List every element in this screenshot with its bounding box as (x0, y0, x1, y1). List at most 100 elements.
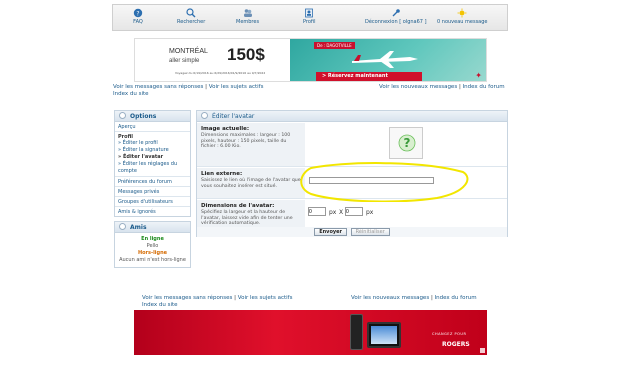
panel-dot-icon (119, 112, 126, 119)
current-image-label: Image actuelle: Dimensions maximales : l… (197, 123, 305, 166)
sidebar-item-edit-account[interactable]: » Éditer les réglages du compte (118, 161, 187, 175)
sidebar-item-edit-profile[interactable]: » Éditer le profil (118, 140, 187, 147)
nav-search-label: Rechercher (177, 19, 206, 25)
link-active-topics-bottom[interactable]: Voir les sujets actifs (238, 295, 293, 301)
avatar-dimensions-row: Dimensions de l'avatar: Spécifiez la lar… (197, 200, 507, 227)
banner-city: MONTRÉAL (169, 48, 208, 55)
maple-leaf-icon: ✦ (475, 71, 482, 80)
avatar-dimensions-title: Dimensions de l'avatar: (201, 203, 275, 209)
top-links-right: Voir les nouveaux messages | Index du fo… (379, 84, 505, 91)
friends-list: En ligne Pello Hors-ligne Aucun ami n'es… (115, 233, 190, 267)
edit-avatar-header: Éditer l'avatar (197, 111, 507, 122)
bottom-links-right: Voir les nouveaux messages | Index du fo… (351, 295, 477, 302)
nav-logout-label: Déconnexion [ olgna67 ] (365, 19, 427, 25)
current-image-desc: Dimensions maximales : largeur : 100 pix… (201, 133, 291, 149)
svg-text:?: ? (404, 136, 411, 150)
link-site-index-bottom[interactable]: Index du site (142, 302, 178, 308)
avatar: ? (389, 127, 423, 159)
options-title: Options (130, 113, 157, 120)
sidebar-item-friends-foes[interactable]: Amis & ignorés (115, 207, 190, 216)
friends-offline-label: Hors-ligne (137, 250, 168, 256)
airplane-icon (352, 51, 418, 68)
friends-panel: Amis En ligne Pello Hors-ligne Aucun ami… (114, 221, 191, 268)
nav-faq[interactable]: ? FAQ (133, 8, 143, 25)
width-input[interactable] (308, 207, 326, 216)
height-unit: px (366, 209, 374, 216)
options-header: Options (115, 111, 190, 122)
edit-avatar-title: Éditer l'avatar (212, 113, 255, 120)
ad-brand: ROGERS (442, 341, 470, 348)
options-panel: Options Aperçu Profil » Éditer le profil… (114, 110, 191, 217)
phone-image (350, 314, 363, 350)
link-separator: | (458, 84, 461, 90)
nav-members-label: Membres (236, 19, 260, 25)
friends-offline-text: Aucun ami n'est hors-ligne (119, 257, 186, 263)
external-link-desc: Saisissez le lien où l'image de l'avatar… (201, 178, 301, 189)
nav-profile-label: Profil (303, 19, 316, 25)
submit-button[interactable]: Envoyer (314, 228, 347, 236)
bottom-links-left: Voir les messages sans réponses | Voir l… (142, 295, 292, 309)
nav-search[interactable]: Rechercher (177, 8, 205, 25)
avatar-dimensions-desc: Spécifiez la largeur et la hauteur de l'… (201, 210, 293, 226)
banner-price: 150$ (227, 45, 265, 64)
link-unanswered-bottom[interactable]: Voir les messages sans réponses (142, 295, 232, 301)
link-new-posts[interactable]: Voir les nouveaux messages (379, 84, 457, 90)
nav-profile[interactable]: Profil (303, 8, 315, 25)
form-buttons: Envoyer Réinitialiser (197, 227, 507, 237)
external-link-title: Lien externe: (201, 171, 243, 177)
external-link-label: Lien externe: Saisissez le lien où l'ima… (197, 168, 305, 198)
current-image-row: Image actuelle: Dimensions maximales : l… (197, 123, 507, 167)
bottom-banner-ad[interactable]: CHANGEZ POUR ROGERS (134, 310, 487, 355)
nav-messages-label: 0 nouveau message (437, 19, 488, 25)
reset-button[interactable]: Réinitialiser (350, 228, 390, 236)
banner-fine-print: Voyagez du 6/19/2016 au 6/29/2016/01/9/2… (175, 71, 266, 75)
nav-messages[interactable]: 0 nouveau message (437, 8, 488, 25)
sidebar-item-edit-avatar[interactable]: » Éditer l'avatar (118, 154, 187, 161)
sidebar-item-user-groups[interactable]: Groupes d'utilisateurs (115, 197, 190, 207)
top-links-left: Voir les messages sans réponses | Voir l… (113, 84, 263, 98)
friend-online-name[interactable]: Pello (117, 243, 188, 250)
friends-online-label: En ligne (141, 236, 164, 242)
link-forum-index-bottom[interactable]: Index du forum (435, 295, 477, 301)
panel-dot-icon (119, 223, 126, 230)
link-separator: | (234, 295, 237, 301)
top-navbar: ? FAQ Rechercher Membres Profil Déconnex… (112, 4, 508, 31)
current-image-title: Image actuelle: (201, 126, 250, 132)
friends-header: Amis (115, 222, 190, 233)
help-icon: ? (133, 8, 143, 17)
highlight-annotation (300, 162, 469, 202)
width-unit: px (329, 209, 337, 216)
profile-icon (305, 8, 314, 18)
sidebar-item-forum-prefs[interactable]: Préférences du forum (115, 177, 190, 187)
panel-dot-icon (201, 112, 208, 119)
link-forum-index[interactable]: Index du forum (463, 84, 505, 90)
dimension-separator: X (339, 209, 344, 216)
message-icon (457, 8, 467, 18)
banner-right: De : DAGOTVILLE > Réservez maintenant ✦ (290, 39, 486, 81)
top-banner-ad[interactable]: MONTRÉAL aller simple 150$ Voyagez du 6/… (134, 38, 487, 82)
link-new-posts-bottom[interactable]: Voir les nouveaux messages (351, 295, 429, 301)
sidebar-item-apercu[interactable]: Aperçu (115, 122, 190, 132)
friends-title: Amis (130, 224, 147, 231)
banner-left: MONTRÉAL aller simple 150$ Voyagez du 6/… (135, 39, 290, 81)
banner-origin-tag: De : DAGOTVILLE (314, 42, 355, 49)
link-separator: | (430, 295, 433, 301)
sidebar-item-private-messages[interactable]: Messages privés (115, 187, 190, 197)
link-site-index[interactable]: Index du site (113, 91, 149, 97)
avatar-placeholder-icon: ? (398, 134, 416, 152)
link-active-topics[interactable]: Voir les sujets actifs (209, 84, 264, 90)
tablet-image (367, 322, 401, 348)
avatar-dimensions-label: Dimensions de l'avatar: Spécifiez la lar… (197, 200, 305, 227)
nav-faq-label: FAQ (133, 19, 143, 25)
ad-info-icon[interactable] (480, 348, 485, 353)
sidebar-item-edit-signature[interactable]: » Éditer la signature (118, 147, 187, 154)
banner-trip-type: aller simple (169, 58, 200, 64)
height-input[interactable] (345, 207, 363, 216)
logout-icon (392, 9, 400, 17)
svg-text:?: ? (136, 10, 139, 17)
banner-reserve-button[interactable]: > Réservez maintenant (316, 72, 422, 81)
sidebar-group-profil: Profil » Éditer le profil » Éditer la si… (115, 132, 190, 177)
nav-members[interactable]: Membres (236, 8, 259, 25)
nav-logout[interactable]: Déconnexion [ olgna67 ] (365, 8, 427, 25)
link-unanswered[interactable]: Voir les messages sans réponses (113, 84, 203, 90)
